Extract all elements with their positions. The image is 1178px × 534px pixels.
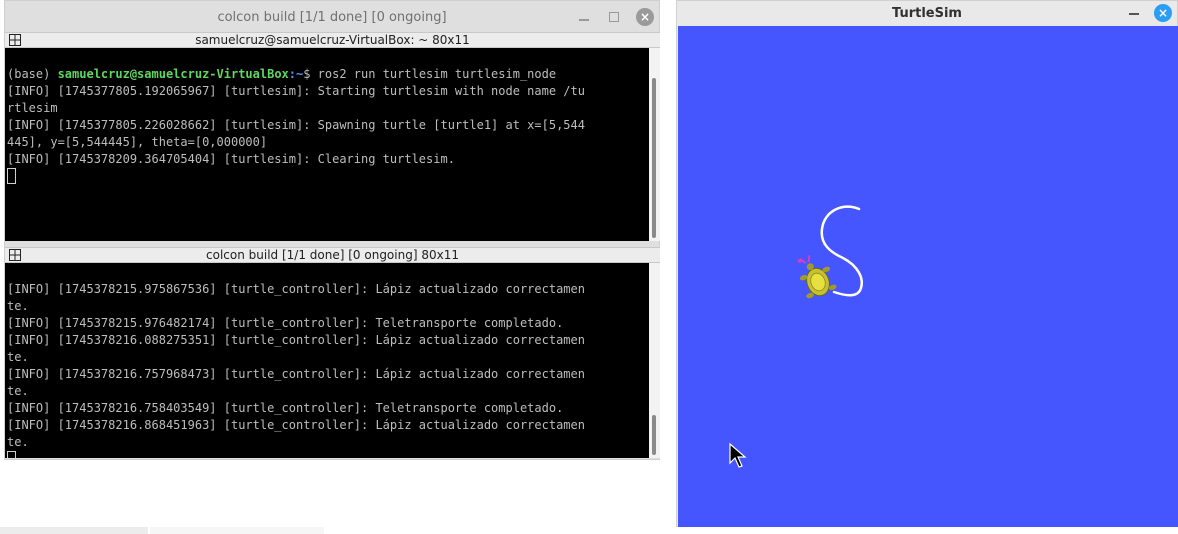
text-cursor [7,168,16,184]
turtlesim-titlebar[interactable]: TurtleSim [677,1,1177,26]
split-pane-icon[interactable] [9,34,21,46]
log-line: rtlesim [7,101,58,115]
maximize-button[interactable] [609,1,619,33]
log-line: [INFO] [1745378216.868451963] [turtle_co… [7,418,585,432]
top-pane-header[interactable]: samuelcruz@samuelcruz-VirtualBox: ~ 80x1… [5,32,660,48]
close-button[interactable]: × [636,1,654,33]
terminal-title: colcon build [1/1 done] [0 ongoing] [217,9,447,25]
log-line: [INFO] [1745378209.364705404] [turtlesim… [7,152,455,166]
log-line: te. [7,350,29,364]
taskbar-fragment [0,527,148,534]
bottom-terminal-pane[interactable]: [INFO] [1745378215.975867536] [turtle_co… [5,263,649,458]
top-pane-title: samuelcruz@samuelcruz-VirtualBox: ~ 80x1… [195,33,470,47]
log-line: te. [7,435,29,449]
log-line: 445], y=[5,544445], theta=[0,000000] [7,135,268,149]
top-pane-scroll-thumb[interactable] [652,78,656,238]
bottom-pane-title: colcon build [1/1 done] [0 ongoing] 80x1… [206,248,459,262]
canvas-background [678,26,1178,527]
split-pane-icon[interactable] [9,249,21,261]
turtlesim-title: TurtleSim [892,6,962,21]
log-line: [INFO] [1745378216.758403549] [turtle_co… [7,401,564,415]
log-line: [INFO] [1745378215.976482174] [turtle_co… [7,316,564,330]
minimize-button[interactable] [579,1,589,33]
bottom-pane-scrollbar[interactable] [649,263,660,458]
log-line: [INFO] [1745377805.192065967] [turtlesim… [7,84,585,98]
bottom-pane-scroll-thumb[interactable] [652,415,656,455]
top-terminal-pane[interactable]: (base) samuelcruz@samuelcruz-VirtualBox:… [5,48,649,241]
close-icon: × [636,8,654,26]
terminal-titlebar[interactable]: colcon build [1/1 done] [0 ongoing] [5,1,659,33]
log-line: [INFO] [1745377805.226028662] [turtlesim… [7,118,585,132]
minimize-icon [579,19,589,21]
bottom-pane-header[interactable]: colcon build [1/1 done] [0 ongoing] 80x1… [5,247,660,263]
turtlesim-window: TurtleSim × [676,0,1178,527]
minimize-icon[interactable] [1129,13,1139,15]
top-pane-scrollbar[interactable] [649,48,660,241]
taskbar-fragment [150,527,324,534]
log-line: te. [7,384,29,398]
text-cursor [7,451,16,458]
log-line: [INFO] [1745378215.975867536] [turtle_co… [7,282,585,296]
log-line: te. [7,299,29,313]
log-line: [INFO] [1745378216.757968473] [turtle_co… [7,367,585,381]
turtlesim-canvas[interactable] [678,26,1178,527]
log-line: [INFO] [1745378216.088275351] [turtle_co… [7,333,585,347]
close-icon[interactable]: × [1154,4,1172,22]
prompt-line: (base) samuelcruz@samuelcruz-VirtualBox:… [7,67,557,81]
maximize-icon [609,12,619,22]
terminal-window: colcon build [1/1 done] [0 ongoing] × sa… [4,0,660,460]
